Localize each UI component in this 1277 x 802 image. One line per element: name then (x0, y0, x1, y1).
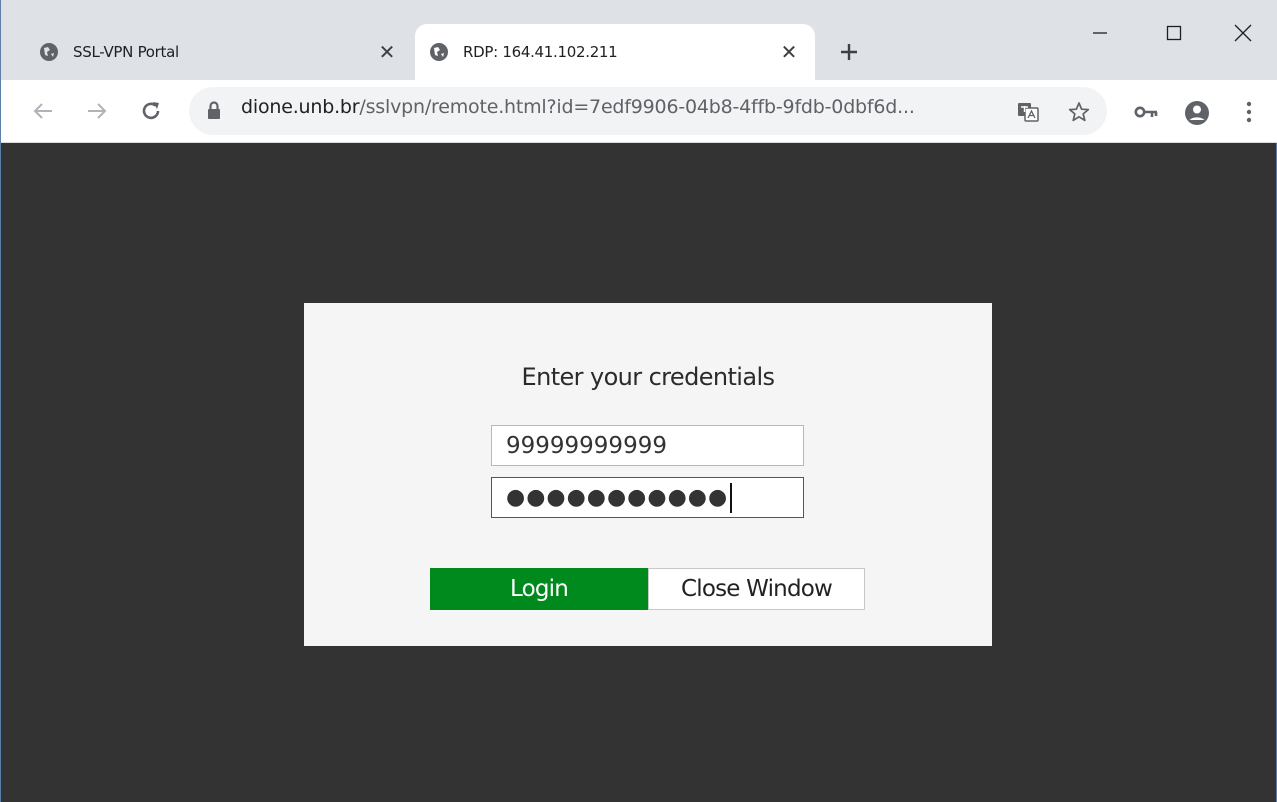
minimize-button[interactable] (1065, 0, 1135, 66)
translate-icon[interactable] (1014, 98, 1042, 126)
tab-title: RDP: 164.41.102.211 (463, 43, 618, 61)
minimize-icon (1093, 32, 1107, 34)
tab-strip: SSL-VPN Portal ✕ RDP: 164.41.102.211 ✕ (1, 0, 1277, 80)
maximize-icon (1166, 25, 1182, 41)
key-icon[interactable] (1131, 97, 1161, 127)
tab-title: SSL-VPN Portal (73, 43, 179, 61)
url-path: /sslvpn/remote.html?id=7edf9906-04b8-4ff… (359, 96, 915, 118)
reload-button[interactable] (134, 94, 168, 128)
close-window-button[interactable] (1208, 0, 1277, 66)
arrow-left-icon (33, 103, 52, 119)
username-input[interactable]: 99999999999 (491, 425, 804, 466)
bookmark-star-icon[interactable] (1064, 97, 1094, 127)
forward-button[interactable] (80, 94, 114, 128)
close-icon (1234, 24, 1252, 42)
plus-icon (841, 44, 857, 60)
back-button[interactable] (26, 94, 60, 128)
login-button[interactable]: Login (430, 568, 648, 610)
menu-kebab-icon[interactable] (1239, 97, 1259, 127)
tab-rdp[interactable]: RDP: 164.41.102.211 ✕ (415, 24, 815, 80)
url-text[interactable]: dione.unb.br/sslvpn/remote.html?id=7edf9… (241, 96, 915, 118)
text-caret (730, 482, 733, 513)
url-host: dione.unb.br (241, 96, 360, 118)
profile-icon[interactable] (1181, 97, 1213, 129)
username-value: 99999999999 (506, 432, 667, 459)
new-tab-button[interactable] (833, 36, 865, 68)
reload-icon (142, 102, 160, 120)
browser-window: SSL-VPN Portal ✕ RDP: 164.41.102.211 ✕ d… (0, 0, 1277, 802)
lock-icon[interactable] (203, 98, 225, 124)
credentials-dialog: Enter your credentials 99999999999 ●●●●●… (304, 303, 992, 646)
close-icon[interactable]: ✕ (375, 40, 399, 64)
maximize-button[interactable] (1139, 0, 1209, 66)
globe-icon (429, 42, 449, 62)
dialog-title: Enter your credentials (521, 363, 776, 391)
close-window-button[interactable]: Close Window (648, 568, 865, 610)
password-value: ●●●●●●●●●●● (506, 485, 729, 510)
password-input[interactable]: ●●●●●●●●●●● (491, 477, 804, 518)
tab-ssl-vpn-portal[interactable]: SSL-VPN Portal ✕ (25, 24, 413, 80)
arrow-right-icon (88, 103, 107, 119)
close-icon[interactable]: ✕ (777, 40, 801, 64)
globe-icon (39, 42, 59, 62)
